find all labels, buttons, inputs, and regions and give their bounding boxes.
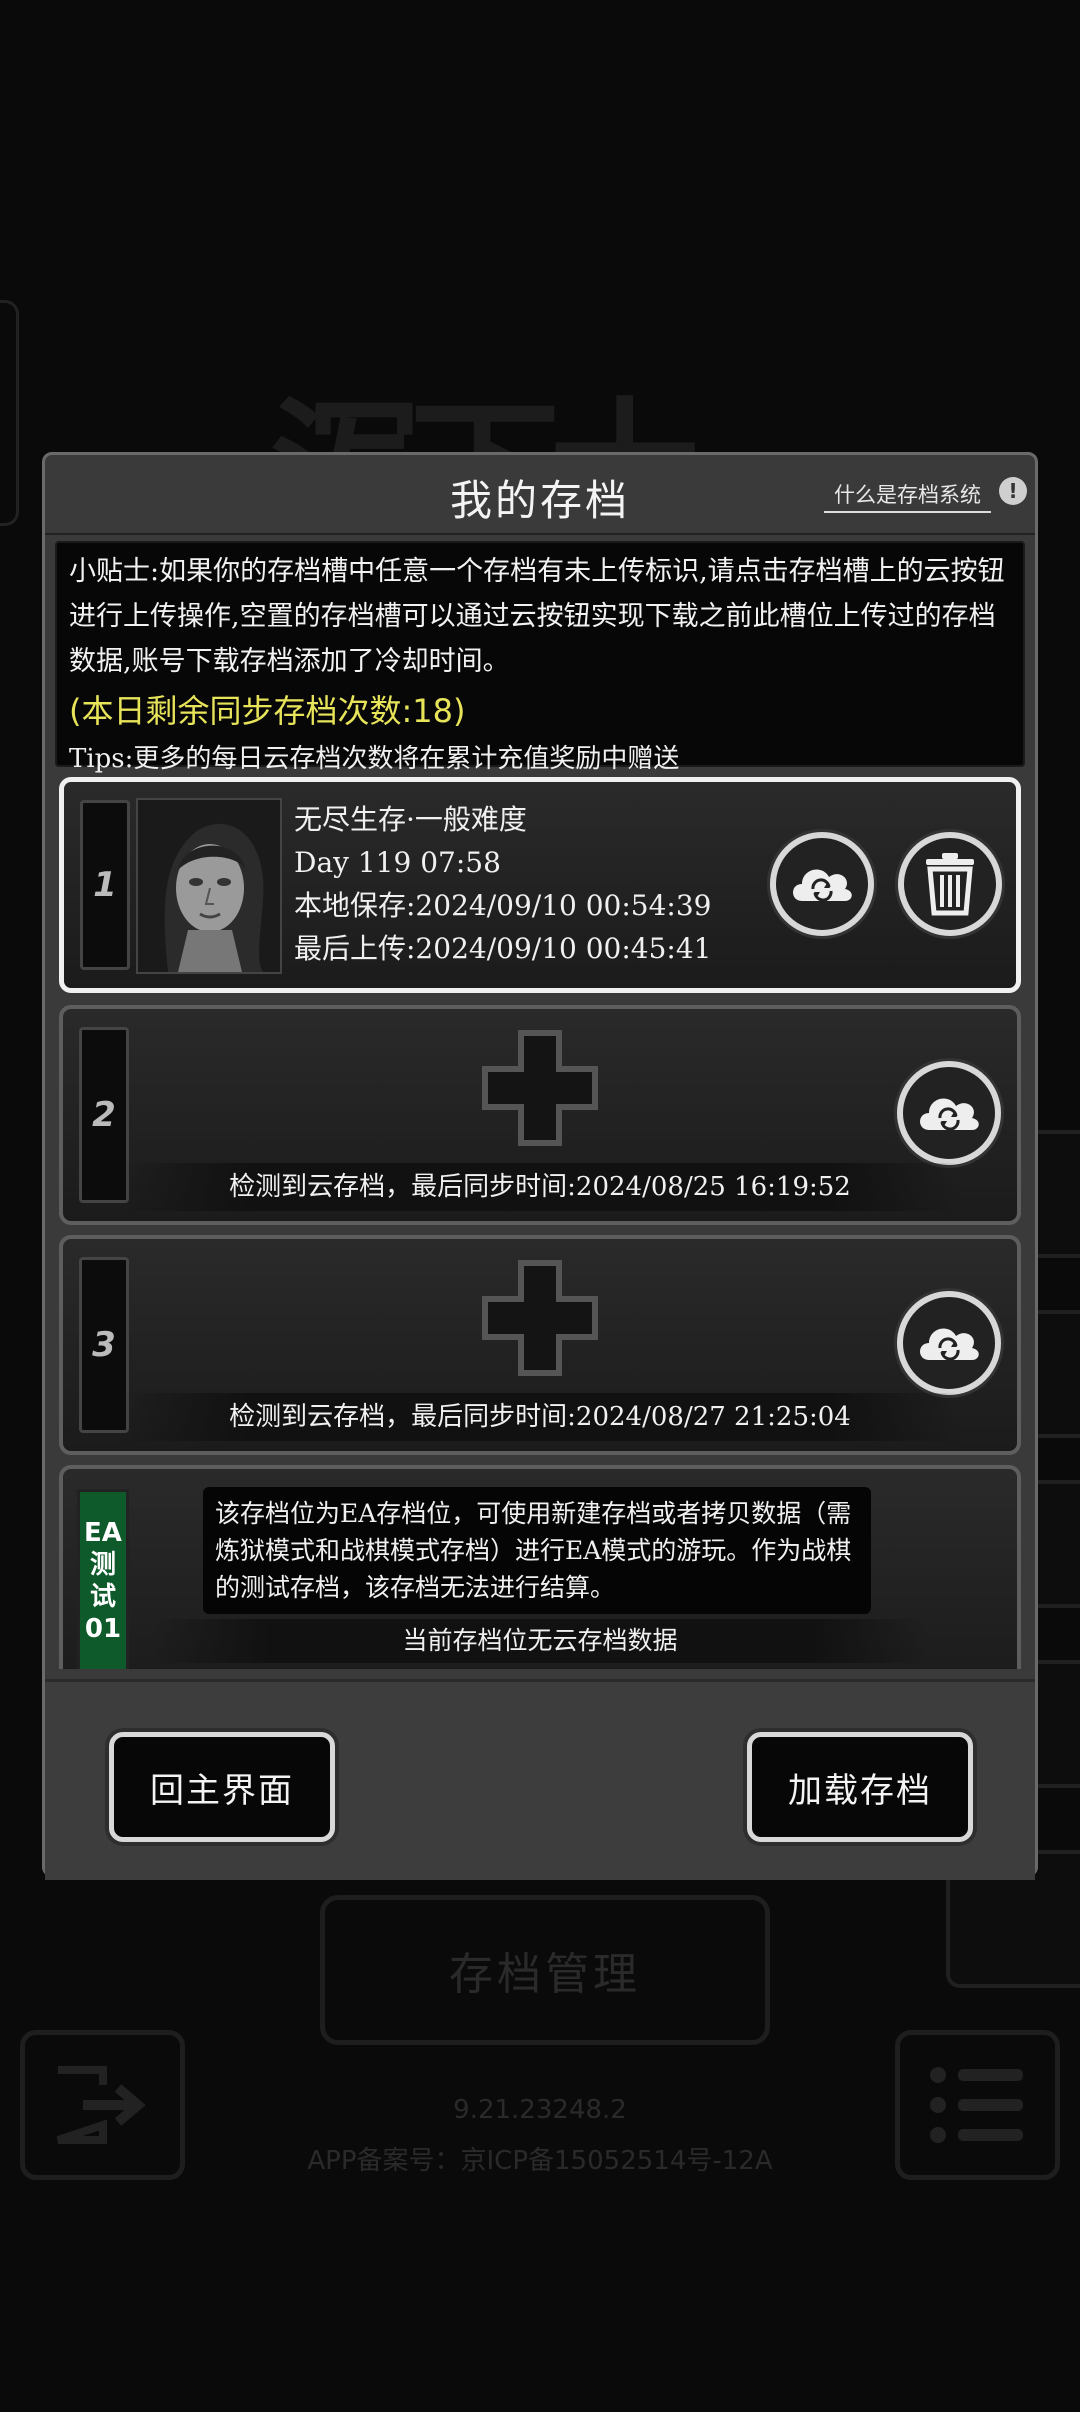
back-to-main-button[interactable]: 回主界面: [109, 1732, 335, 1842]
ea-label-line: 试: [89, 1582, 116, 1612]
slot-info: 无尽生存·一般难度 Day 119 07:58 本地保存:2024/09/10 …: [294, 798, 711, 970]
cloud-sync-button[interactable]: [897, 1291, 1001, 1395]
character-portrait: [136, 798, 282, 974]
slot-mode: 无尽生存·一般难度: [294, 803, 527, 836]
remaining-sync-count: (本日剩余同步存档次数:18): [69, 692, 466, 730]
load-save-button[interactable]: 加载存档: [747, 1732, 973, 1842]
help-link[interactable]: 什么是存档系统: [824, 479, 991, 513]
ea-no-cloud-status: 当前存档位无云存档数据: [153, 1619, 927, 1663]
cloud-sync-button[interactable]: [897, 1061, 1001, 1165]
cloud-sync-status: 检测到云存档，最后同步时间:2024/08/27 21:25:04: [123, 1393, 957, 1441]
slot-day: Day 119 07:58: [294, 846, 501, 879]
cloud-sync-status: 检测到云存档，最后同步时间:2024/08/25 16:19:52: [123, 1163, 957, 1211]
tip-extra-text: Tips:更多的每日云存档次数将在累计充值奖励中赠送: [69, 744, 680, 774]
ea-label-line: EA: [84, 1518, 122, 1548]
save-slot-3[interactable]: 3 检测到云存档，最后同步时间:2024/08/27 21:25:04: [59, 1235, 1021, 1455]
background-manage-button: 存档管理: [320, 1895, 770, 2045]
ea-label-line: 01: [84, 1614, 122, 1644]
dialog-footer: 回主界面 加载存档: [45, 1679, 1035, 1880]
plus-icon: [482, 1030, 598, 1146]
slot-number: 2: [79, 1027, 129, 1203]
cloud-sync-icon: [793, 869, 852, 902]
ea-slot-label: EA 测 试 01: [77, 1489, 129, 1669]
save-slot-ea[interactable]: EA 测 试 01 该存档位为EA存档位，可使用新建存档或者拷贝数据（需炼狱模式…: [59, 1465, 1021, 1669]
slot-number: 3: [79, 1257, 129, 1433]
ea-slot-description: 该存档位为EA存档位，可使用新建存档或者拷贝数据（需炼狱模式和战棋模式存档）进行…: [203, 1487, 871, 1614]
cloud-sync-icon: [920, 1328, 979, 1361]
tips-panel: 小贴士:如果你的存档槽中任意一个存档有未上传标识,请点击存档槽上的云按钮进行上传…: [55, 541, 1025, 774]
cloud-sync-icon: [920, 1098, 979, 1131]
save-slot-2[interactable]: 2 检测到云存档，最后同步时间:2024/08/25 16:19:52: [59, 1005, 1021, 1225]
slot-last-upload: 最后上传:2024/09/10 00:45:41: [294, 932, 712, 965]
dialog-header: 我的存档 什么是存档系统 !: [45, 455, 1035, 535]
save-slot-list[interactable]: 1 无尽生存·一般难度 Day 119 07:58 本地保存:2024/09/1…: [55, 777, 1025, 1669]
info-icon[interactable]: !: [999, 477, 1027, 505]
save-dialog: 我的存档 什么是存档系统 ! 小贴士:如果你的存档槽中任意一个存档有未上传标识,…: [42, 452, 1038, 1880]
save-slot-1[interactable]: 1 无尽生存·一般难度 Day 119 07:58 本地保存:2024/09/1…: [59, 777, 1021, 993]
cloud-sync-button[interactable]: [770, 832, 874, 936]
slot-local-save: 本地保存:2024/09/10 00:54:39: [294, 889, 712, 922]
trash-icon: [926, 853, 974, 916]
tip-text: 小贴士:如果你的存档槽中任意一个存档有未上传标识,请点击存档槽上的云按钮进行上传…: [69, 556, 1005, 677]
slot-number: 1: [80, 800, 130, 970]
version-text: 9.21.23248.2: [453, 2095, 627, 2125]
delete-button[interactable]: [898, 832, 1002, 936]
ea-label-line: 测: [89, 1550, 116, 1580]
plus-icon: [482, 1260, 598, 1376]
background-edge: [0, 300, 19, 526]
icp-text: APP备案号：京ICP备15052514号-12A: [307, 2146, 773, 2176]
